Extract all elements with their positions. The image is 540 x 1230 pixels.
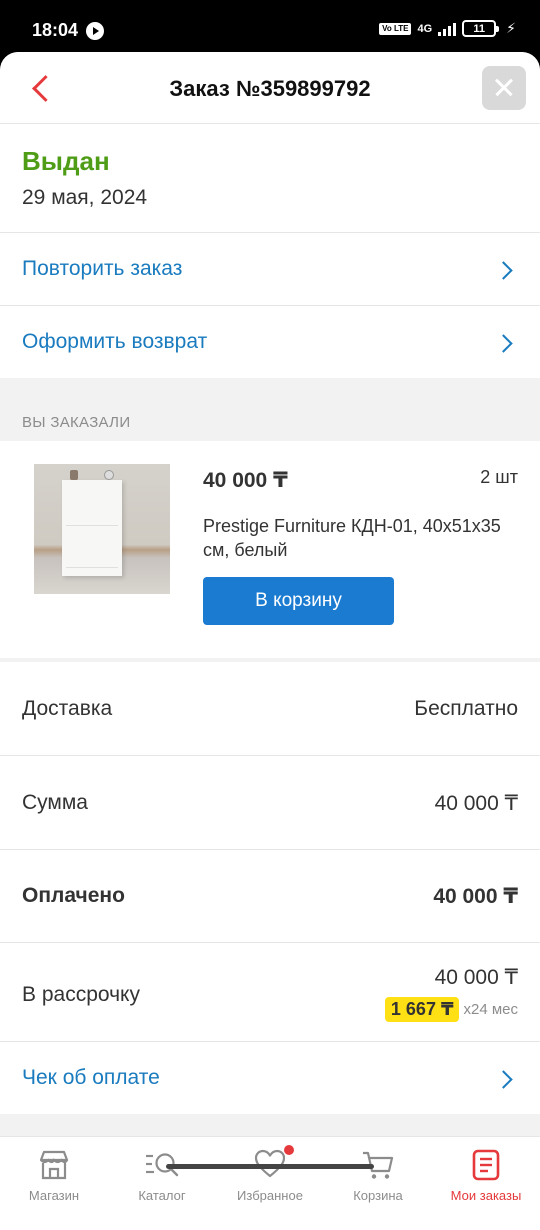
network-type: 4G <box>417 22 433 35</box>
battery-level: 11 <box>473 22 485 35</box>
status-indicators: Vo LTE 4G 11 ⚡ <box>379 20 516 37</box>
sum-value: 40 000 ₸ <box>434 792 518 815</box>
chevron-right-icon <box>494 1070 513 1089</box>
repeat-order-row[interactable]: Повторить заказ <box>0 233 540 306</box>
sum-label: Сумма <box>22 791 88 814</box>
product-image[interactable] <box>34 464 170 594</box>
nav-item-my-orders[interactable]: Мои заказы <box>432 1137 540 1230</box>
delivery-value: Бесплатно <box>414 697 518 720</box>
installment-row: В рассрочку 40 000 ₸ 1 667 ₸ x24 мес <box>0 943 540 1042</box>
shop-icon <box>39 1150 69 1180</box>
repeat-order-label: Повторить заказ <box>22 257 183 280</box>
order-sheet: Заказ №359899792 Выдан 29 мая, 2024 Повт… <box>0 52 540 1230</box>
installment-term: x24 мес <box>463 1001 518 1018</box>
signal-icon <box>438 22 457 36</box>
battery-icon: 11 <box>462 20 500 37</box>
order-date: 29 мая, 2024 <box>22 186 148 209</box>
play-icon <box>86 22 104 40</box>
chevron-right-icon <box>494 261 513 280</box>
nav-label-cart: Корзина <box>353 1188 403 1203</box>
orders-icon <box>472 1149 500 1181</box>
status-bar: 18:04 Vo LTE 4G 11 ⚡ <box>0 0 540 58</box>
paid-value: 40 000 ₸ <box>433 885 518 908</box>
return-order-label: Оформить возврат <box>22 330 208 353</box>
close-button[interactable] <box>482 66 526 110</box>
paid-label: Оплачено <box>22 884 125 907</box>
product-quantity: 2 шт <box>480 467 518 487</box>
product-price: 40 000 ₸ <box>203 469 288 492</box>
delivery-label: Доставка <box>22 697 113 720</box>
header: Заказ №359899792 <box>0 52 540 124</box>
chevron-right-icon <box>494 334 513 353</box>
receipt-row[interactable]: Чек об оплате <box>0 1042 540 1114</box>
notification-dot <box>284 1145 294 1155</box>
product-card: 40 000 ₸ 2 шт Prestige Furniture КДН-01,… <box>0 441 540 658</box>
section-title: ВЫ ЗАКАЗАЛИ <box>22 414 131 431</box>
nav-item-catalog[interactable]: Каталог <box>108 1137 216 1230</box>
order-status: Выдан <box>22 146 110 176</box>
nav-label-catalog: Каталог <box>138 1188 186 1203</box>
volte-icon: Vo LTE <box>379 22 412 35</box>
charging-icon: ⚡ <box>506 20 516 36</box>
nav-label-favorites: Избранное <box>237 1188 303 1203</box>
nav-label-shop: Магазин <box>28 1188 80 1203</box>
delivery-row: Доставка Бесплатно <box>0 662 540 756</box>
page-title: Заказ №359899792 <box>169 76 371 101</box>
nav-item-shop[interactable]: Магазин <box>0 1137 108 1230</box>
paid-row: Оплачено 40 000 ₸ <box>0 850 540 943</box>
home-indicator[interactable] <box>166 1164 374 1169</box>
return-order-row[interactable]: Оформить возврат <box>0 306 540 378</box>
bottom-nav: Магазин Каталог Избранное Корзина Мои за… <box>0 1136 540 1230</box>
nav-item-favorites[interactable]: Избранное <box>216 1137 324 1230</box>
installment-value: 40 000 ₸ <box>434 966 518 989</box>
nav-item-cart[interactable]: Корзина <box>324 1137 432 1230</box>
product-name[interactable]: Prestige Furniture КДН-01, 40x51x35 см, … <box>203 514 503 562</box>
receipt-label: Чек об оплате <box>22 1066 160 1089</box>
order-status-block: Выдан 29 мая, 2024 <box>0 124 540 233</box>
monthly-payment-badge: 1 667 ₸ <box>384 997 460 1022</box>
installment-label: В рассрочку <box>22 983 140 1006</box>
status-time: 18:04 <box>32 20 79 40</box>
nav-label-my-orders: Мои заказы <box>450 1188 522 1203</box>
installment-monthly: 1 667 ₸ x24 мес <box>384 997 518 1022</box>
add-to-cart-button[interactable]: В корзину <box>203 577 394 625</box>
sum-row: Сумма 40 000 ₸ <box>0 756 540 850</box>
